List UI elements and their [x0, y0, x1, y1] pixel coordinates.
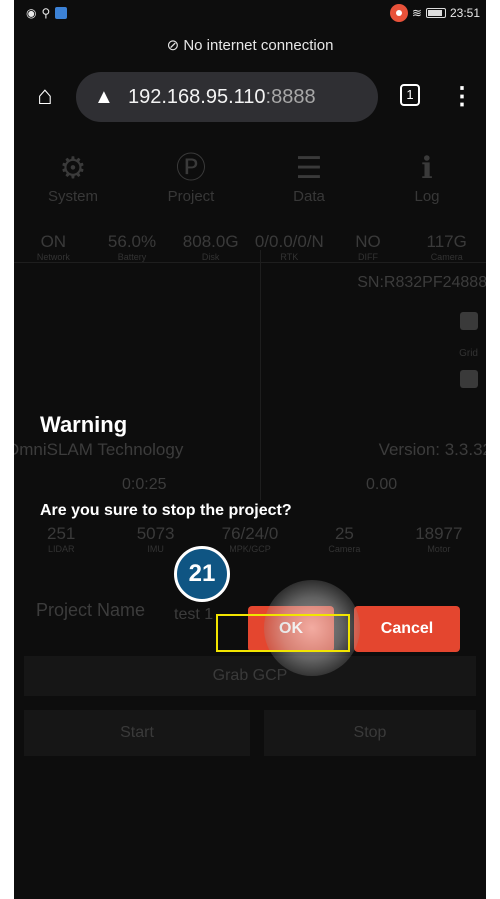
grab-gcp-button[interactable]: Grab GCP — [24, 656, 476, 696]
version-label: Version: 3.3.32 — [378, 440, 486, 459]
count-camera: 25 Camera — [297, 524, 391, 554]
stat-key: Battery — [117, 252, 147, 262]
elapsed-time: 0:0:25 — [122, 476, 167, 493]
project-name-label: Project Name — [36, 600, 146, 620]
dialog-title: Warning — [40, 412, 128, 437]
browser-toolbar: ⌂ ▲ 192.168.95.110:8888 1 ⋮ — [14, 66, 486, 126]
camera-icon: ◉ — [26, 6, 37, 20]
signal-icon: ⚲ — [41, 6, 51, 20]
count-value: 5073 — [136, 524, 175, 543]
url-host: 192.168.95.110 — [128, 86, 266, 108]
stat-key: Disk — [201, 252, 220, 262]
status-left-icons: ◉ ⚲ — [26, 6, 68, 20]
no-internet-text: No internet connection — [183, 37, 334, 54]
gears-icon: ⚙ — [59, 152, 87, 185]
wifi-icon: ≋ — [411, 6, 422, 20]
stat-rtk: 0/0.0/0/N RTK — [250, 232, 329, 262]
home-icon[interactable]: ⌂ — [30, 80, 60, 110]
status-bar: ◉ ⚲ ≋ 23:51 — [14, 0, 486, 30]
stat-value: NO — [355, 232, 381, 251]
tab-switcher-button[interactable]: 1 — [400, 84, 420, 106]
nav-label: Project — [167, 188, 215, 205]
count-value: 25 — [334, 524, 354, 543]
stat-battery: 56.0% Battery — [93, 232, 172, 262]
count-value: 18977 — [415, 524, 463, 543]
stat-value: 808.0G — [182, 232, 239, 251]
stat-key: RTK — [280, 252, 299, 262]
count-value: 76/24/0 — [221, 524, 279, 543]
app-notification-icon — [55, 7, 68, 19]
checkbox[interactable] — [460, 312, 478, 330]
status-stats: ON Network 56.0% Battery 808.0G Disk 0/0.0/… — [14, 232, 486, 262]
start-button[interactable]: Start — [24, 710, 250, 756]
stat-diff: NO DIFF — [329, 232, 408, 262]
clock: 23:51 — [449, 6, 480, 20]
status-right-icons: ≋ 23:51 — [389, 4, 480, 22]
distance-value: 0.00 — [366, 476, 398, 493]
nav-item-system[interactable]: ⚙ System — [14, 150, 132, 205]
not-secure-warning-icon[interactable]: ▲ — [94, 72, 114, 122]
company-name: OmniSLAM Technology — [14, 440, 184, 459]
count-motor: 18977 Motor — [392, 524, 486, 554]
divider — [14, 262, 486, 263]
highlight-box — [216, 614, 350, 652]
count-key: Motor — [427, 544, 451, 554]
database-icon: ☰ — [295, 152, 323, 185]
stat-key: DIFF — [358, 252, 379, 262]
stat-key: Network — [36, 252, 70, 262]
stat-value: 56.0% — [107, 232, 157, 251]
more-menu-icon[interactable]: ⋮ — [450, 82, 474, 111]
step-number-badge: 21 — [174, 546, 230, 602]
nav-item-data[interactable]: ☰ Data — [250, 150, 368, 205]
serial-number: SN:R832PF248886 — [357, 274, 486, 291]
stat-camera: 117G Camera — [407, 232, 486, 262]
count-key: LIDAR — [47, 544, 75, 554]
stat-value: 117G — [426, 232, 467, 251]
cloud-off-icon: ⊘ — [166, 37, 180, 54]
checkbox[interactable] — [460, 370, 478, 388]
address-bar[interactable]: ▲ 192.168.95.110:8888 — [76, 72, 378, 122]
stop-button[interactable]: Stop — [264, 710, 476, 756]
stat-disk: 808.0G Disk — [171, 232, 250, 262]
nav-item-log[interactable]: ℹ Log — [368, 150, 486, 205]
stat-value: 0/0.0/0/N — [254, 232, 324, 251]
app-nav: ⚙ System Ⓟ Project ☰ Data ℹ Log — [14, 150, 486, 205]
sensor-counts: 251 LIDAR 5073 IMU 76/24/0 MPK/GCP 25 Camera… — [14, 524, 486, 554]
project-icon: Ⓟ — [176, 152, 206, 185]
cancel-button[interactable]: Cancel — [354, 606, 460, 652]
count-value: 251 — [47, 524, 76, 543]
nav-label: System — [47, 188, 98, 205]
nav-item-project[interactable]: Ⓟ Project — [132, 150, 250, 205]
stat-network: ON Network — [14, 232, 93, 262]
battery-icon — [425, 8, 446, 18]
nav-label: Log — [414, 188, 440, 205]
stat-key: Camera — [430, 252, 463, 262]
url-port: :8888 — [265, 86, 316, 108]
nav-label: Data — [293, 188, 325, 205]
count-key: Camera — [328, 544, 361, 554]
stat-value: ON — [40, 232, 67, 251]
info-icon: ℹ — [421, 152, 433, 185]
grid-label: Grid — [459, 348, 478, 359]
project-name-input[interactable]: test 1 — [174, 606, 213, 624]
record-icon — [389, 4, 408, 22]
dialog-message: Are you sure to stop the project? — [40, 502, 292, 519]
phone-screen: ◉ ⚲ ≋ 23:51 ⊘ No internet connection ⌂ ▲… — [14, 0, 486, 899]
divider — [260, 250, 261, 500]
app-background: ⚙ System Ⓟ Project ☰ Data ℹ Log ON Networ… — [14, 140, 486, 840]
count-lidar: 251 LIDAR — [14, 524, 108, 554]
no-internet-banner: ⊘ No internet connection — [14, 36, 486, 54]
